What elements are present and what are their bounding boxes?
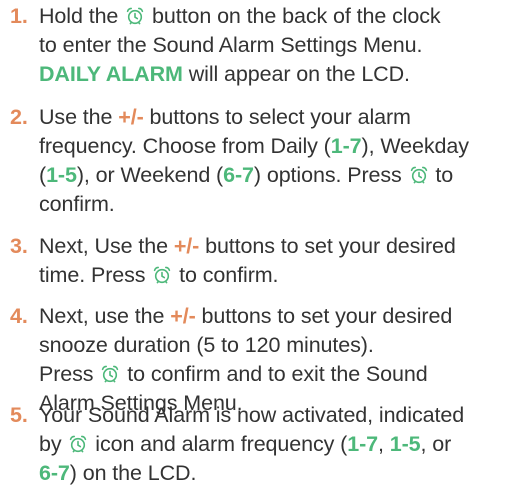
text-segment: , bbox=[378, 432, 390, 456]
text-segment: frequency. Choose from Daily ( bbox=[39, 134, 331, 158]
text-line: Hold the button on the back of the clock bbox=[39, 2, 509, 31]
text-segment: confirm. bbox=[39, 192, 115, 216]
step-number: 5. bbox=[10, 403, 28, 427]
alarm-clock-icon bbox=[70, 435, 87, 453]
text-segment: ), Weekday bbox=[361, 134, 469, 158]
step-number: 2. bbox=[10, 105, 28, 129]
text-segment: Press bbox=[39, 362, 100, 386]
text-segment: ( bbox=[39, 163, 47, 187]
text-segment: snooze duration (5 to 120 minutes). bbox=[39, 333, 374, 357]
text-line: Press to confirm and to exit the Sound bbox=[39, 360, 509, 389]
green-highlight: 1-5 bbox=[46, 163, 77, 187]
step-text: Your Sound Alarm is now activated, indic… bbox=[39, 401, 509, 488]
text-line: confirm. bbox=[39, 190, 509, 219]
text-line: Next, use the +/- buttons to set your de… bbox=[39, 302, 509, 331]
text-segment: buttons to select your alarm bbox=[143, 105, 411, 129]
text-segment: icon and alarm frequency ( bbox=[89, 432, 348, 456]
text-segment: , or bbox=[420, 432, 452, 456]
text-segment: to confirm and to exit the Sound bbox=[121, 362, 428, 386]
step-text: Next, Use the +/- buttons to set your de… bbox=[39, 232, 509, 290]
text-segment: Next, use the bbox=[39, 304, 171, 328]
text-line: snooze duration (5 to 120 minutes). bbox=[39, 331, 509, 360]
green-highlight: 1-7 bbox=[330, 134, 362, 158]
plus-minus-label: +/- bbox=[118, 105, 144, 129]
text-line: time. Press to confirm. bbox=[39, 261, 509, 290]
text-line: DAILY ALARM will appear on the LCD. bbox=[39, 60, 509, 89]
plus-minus-label: +/- bbox=[170, 304, 196, 328]
text-line: to enter the Sound Alarm Settings Menu. bbox=[39, 31, 509, 60]
step-number: 3. bbox=[10, 234, 28, 258]
text-segment: buttons to set your desired bbox=[195, 304, 453, 328]
text-segment: Hold the bbox=[39, 4, 125, 28]
step-number: 4. bbox=[10, 304, 28, 328]
text-line: 6-7) on the LCD. bbox=[39, 459, 509, 488]
text-line: Use the +/- buttons to select your alarm bbox=[39, 103, 509, 132]
alarm-clock-icon bbox=[154, 266, 171, 284]
text-line: frequency. Choose from Daily (1-7), Week… bbox=[39, 132, 509, 161]
step-number: 1. bbox=[10, 4, 28, 28]
green-highlight: DAILY ALARM bbox=[39, 62, 183, 86]
step-text: Hold the button on the back of the clock… bbox=[39, 2, 509, 89]
text-segment: to confirm. bbox=[173, 263, 279, 287]
text-line: Your Sound Alarm is now activated, indic… bbox=[39, 401, 509, 430]
green-highlight: 1-7 bbox=[347, 432, 378, 456]
text-line: by icon and alarm frequency (1-7, 1-5, o… bbox=[39, 430, 509, 459]
green-highlight: 6-7 bbox=[223, 163, 254, 187]
step-text: Use the +/- buttons to select your alarm… bbox=[39, 103, 509, 219]
text-segment: button on the back of the clock bbox=[146, 4, 441, 28]
alarm-clock-icon bbox=[126, 7, 144, 25]
alarm-clock-icon bbox=[102, 365, 119, 383]
green-highlight: 6-7 bbox=[39, 461, 70, 485]
text-segment: Use the bbox=[39, 105, 119, 129]
text-segment: buttons to set your desired bbox=[199, 234, 456, 258]
text-segment: ), or Weekend ( bbox=[76, 163, 224, 187]
text-segment: ) on the LCD. bbox=[69, 461, 197, 485]
text-segment: by bbox=[39, 432, 68, 456]
text-line: Next, Use the +/- buttons to set your de… bbox=[39, 232, 509, 261]
text-segment: to enter the Sound Alarm Settings Menu. bbox=[39, 33, 423, 57]
text-segment: Next, Use the bbox=[39, 234, 174, 258]
text-segment: will appear on the LCD. bbox=[182, 62, 410, 86]
text-segment: time. Press bbox=[39, 263, 152, 287]
text-segment: Your Sound Alarm is now activated, indic… bbox=[39, 403, 465, 427]
alarm-clock-icon bbox=[410, 166, 427, 184]
green-highlight: 1-5 bbox=[389, 432, 421, 456]
plus-minus-label: +/- bbox=[173, 234, 200, 258]
text-segment: to bbox=[429, 163, 454, 187]
text-segment: ) options. Press bbox=[253, 163, 408, 187]
text-line: (1-5), or Weekend (6-7) options. Press t… bbox=[39, 161, 509, 190]
